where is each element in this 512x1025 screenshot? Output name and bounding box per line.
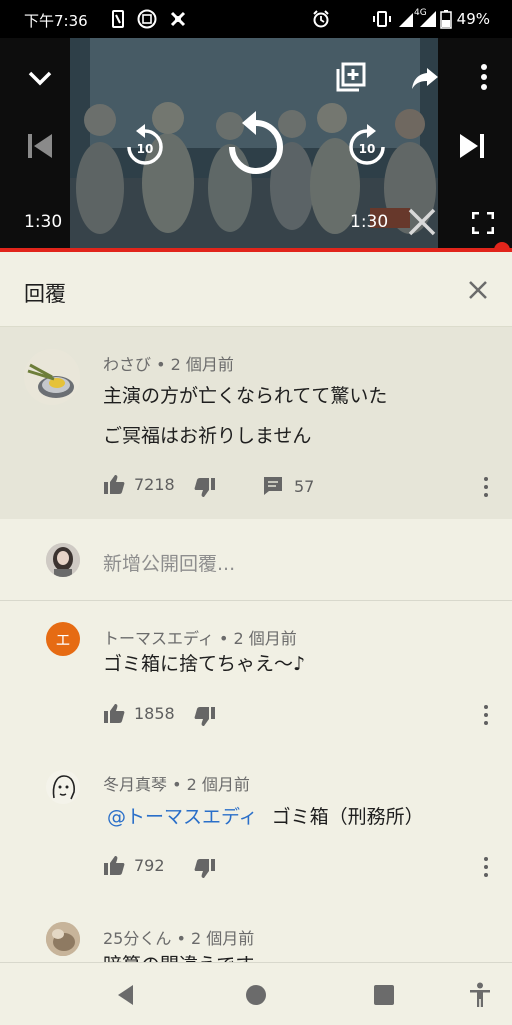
add-to-playlist-button[interactable] bbox=[332, 58, 370, 96]
avatar[interactable] bbox=[24, 349, 80, 405]
thumbs-up-icon bbox=[104, 704, 125, 723]
reply-more-button[interactable] bbox=[482, 855, 490, 879]
forward-10-icon: 10 bbox=[349, 124, 385, 165]
replies-title: 回覆 bbox=[24, 282, 66, 306]
sim-icon bbox=[112, 10, 124, 28]
more-options-button[interactable] bbox=[472, 60, 496, 94]
back-triangle-icon bbox=[118, 985, 133, 1005]
comment-meta: わさび • 2 個月前 bbox=[103, 355, 234, 374]
fullscreen-button[interactable] bbox=[468, 208, 498, 238]
app-icon bbox=[170, 11, 186, 27]
thumbs-down-icon bbox=[194, 478, 215, 497]
previous-button[interactable] bbox=[20, 128, 60, 164]
svg-text:10: 10 bbox=[359, 142, 376, 156]
thumbs-up-icon bbox=[104, 856, 125, 875]
user-avatar-icon bbox=[46, 543, 80, 577]
status-time: 下午7:36 bbox=[24, 12, 88, 30]
main-comment: わさび • 2 個月前 主演の方が亡くなられてて驚いた ご冥福はお祈りしません … bbox=[0, 327, 512, 519]
back-button[interactable] bbox=[110, 979, 142, 1011]
replies-header: 回覆 bbox=[0, 252, 512, 327]
reply-meta: 冬月真琴 • 2 個月前 bbox=[103, 775, 250, 794]
like-count: 7218 bbox=[134, 474, 175, 494]
close-replies-button[interactable] bbox=[462, 274, 494, 306]
vibrate-icon bbox=[373, 11, 391, 27]
like-count: 1858 bbox=[134, 703, 175, 723]
forward-10-button[interactable]: 10 bbox=[344, 122, 390, 170]
skip-next-icon bbox=[460, 134, 484, 158]
signal-icon bbox=[420, 11, 436, 27]
avatar[interactable]: エ bbox=[46, 622, 80, 656]
reply-text: ゴミ箱に捨てちゃえ～♪ bbox=[103, 653, 306, 675]
share-icon bbox=[412, 68, 438, 89]
mention-link[interactable]: @トーマスエディ bbox=[107, 806, 258, 828]
next-button[interactable] bbox=[452, 128, 492, 164]
fullscreen-icon bbox=[472, 212, 494, 234]
reply-time: 2 個月前 bbox=[186, 775, 250, 794]
thumbs-down-icon bbox=[194, 707, 215, 726]
like-button[interactable]: 792 bbox=[103, 854, 165, 876]
dislike-button[interactable] bbox=[194, 706, 216, 728]
like-button[interactable]: 7218 bbox=[103, 473, 175, 495]
chevron-down-icon bbox=[28, 71, 52, 86]
status-bar: 下午7:36 4G 49% bbox=[0, 0, 512, 38]
comment-author[interactable]: わさび bbox=[103, 355, 151, 374]
add-reply-row[interactable]: 新增公開回覆... bbox=[0, 519, 512, 601]
close-icon bbox=[469, 281, 487, 299]
share-button[interactable] bbox=[406, 58, 444, 96]
add-to-playlist-icon bbox=[336, 62, 366, 92]
add-reply-input[interactable]: 新增公開回覆... bbox=[103, 549, 235, 576]
thumbs-down-icon bbox=[194, 859, 215, 878]
reply-author[interactable]: 冬月真琴 bbox=[103, 775, 167, 794]
minimize-button[interactable] bbox=[22, 60, 58, 96]
wifi-data-icon bbox=[399, 13, 413, 27]
reply-text: ゴミ箱（刑務所） bbox=[271, 806, 424, 828]
photo-avatar-icon bbox=[46, 922, 80, 956]
dislike-button[interactable] bbox=[194, 477, 216, 499]
replay-icon bbox=[229, 111, 283, 174]
svg-text:10: 10 bbox=[137, 142, 154, 156]
like-button[interactable]: 1858 bbox=[103, 702, 175, 724]
recents-square-icon bbox=[374, 985, 394, 1005]
reply-count: 57 bbox=[294, 476, 315, 496]
current-time: 1:30 bbox=[24, 212, 63, 232]
replay-button[interactable] bbox=[224, 108, 288, 180]
battery-icon bbox=[440, 10, 452, 29]
more-vert-icon bbox=[481, 64, 487, 90]
skip-previous-icon bbox=[28, 134, 52, 158]
battery-percent: 49% bbox=[456, 10, 490, 28]
rewind-10-icon: 10 bbox=[127, 124, 163, 165]
like-count: 792 bbox=[134, 855, 165, 875]
duration: 1:30 bbox=[350, 212, 389, 232]
avatar-letter: エ bbox=[55, 630, 71, 649]
accessibility-icon bbox=[470, 982, 490, 1007]
comment-icon bbox=[264, 477, 282, 495]
system-nav-bar bbox=[0, 962, 512, 1025]
accessibility-button[interactable] bbox=[464, 979, 496, 1011]
home-circle-icon bbox=[246, 985, 266, 1005]
alarm-icon bbox=[313, 10, 329, 28]
rewind-10-button[interactable]: 10 bbox=[122, 122, 168, 170]
comment-text-line1: 主演の方が亡くなられてて驚いた bbox=[103, 385, 388, 407]
close-player-button[interactable] bbox=[402, 202, 442, 242]
video-player[interactable]: 10 10 1:30 1:30 bbox=[0, 38, 512, 248]
close-icon bbox=[408, 208, 436, 236]
dislike-button[interactable] bbox=[194, 858, 216, 880]
food-avatar-icon bbox=[24, 349, 80, 405]
gallery-icon bbox=[137, 9, 157, 29]
reply-count-button[interactable]: 57 bbox=[262, 475, 314, 497]
comment-more-button[interactable] bbox=[482, 475, 490, 499]
home-button[interactable] bbox=[240, 979, 272, 1011]
avatar[interactable] bbox=[46, 770, 80, 804]
avatar[interactable] bbox=[46, 922, 80, 956]
reply-more-button[interactable] bbox=[482, 703, 490, 727]
sketch-avatar-icon bbox=[46, 770, 80, 804]
reply-text-row: @トーマスエディ ゴミ箱（刑務所） bbox=[107, 798, 424, 836]
recents-button[interactable] bbox=[368, 979, 400, 1011]
user-avatar bbox=[46, 543, 80, 577]
comment-text-line2: ご冥福はお祈りしません bbox=[103, 425, 312, 447]
comment-time: 2 個月前 bbox=[170, 355, 234, 374]
thumbs-up-icon bbox=[104, 475, 125, 494]
